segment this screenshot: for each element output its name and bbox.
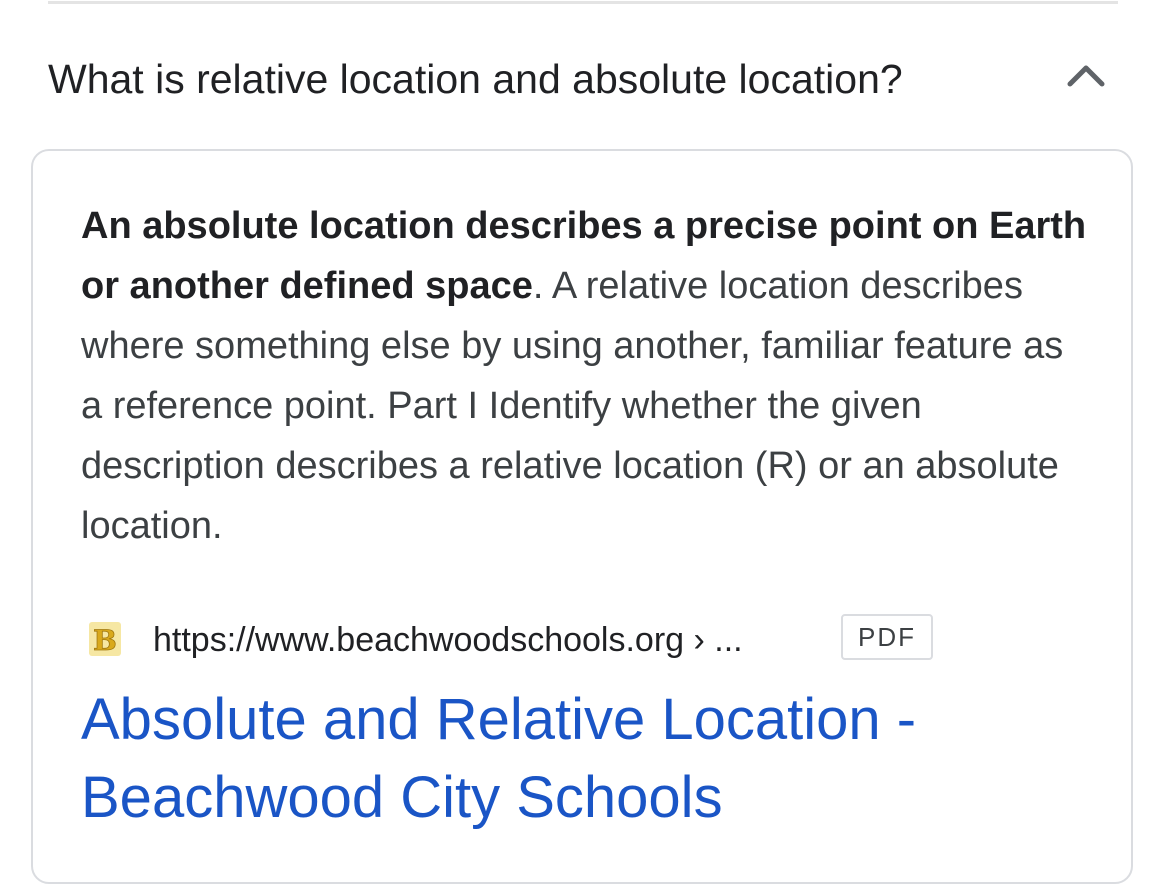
top-divider [48, 1, 1118, 4]
source-row[interactable]: B https://www.beachwoodschools.org › ...… [89, 614, 989, 666]
answer-snippet: An absolute location describes a precise… [81, 196, 1091, 556]
faq-question-text: What is relative location and absolute l… [48, 56, 903, 102]
answer-card: An absolute location describes a precise… [31, 149, 1133, 884]
answer-rest-text: . A relative location describes where so… [81, 265, 1064, 547]
faq-question-row[interactable]: What is relative location and absolute l… [48, 48, 1118, 108]
source-url[interactable]: https://www.beachwoodschools.org › ... [153, 620, 743, 660]
pdf-badge: PDF [841, 614, 933, 660]
beachwood-favicon-icon: B [89, 622, 121, 657]
chevron-up-icon[interactable] [1066, 60, 1106, 90]
svg-text:B: B [93, 624, 117, 656]
result-title-link[interactable]: Absolute and Relative Location - Beachwo… [81, 681, 1091, 837]
